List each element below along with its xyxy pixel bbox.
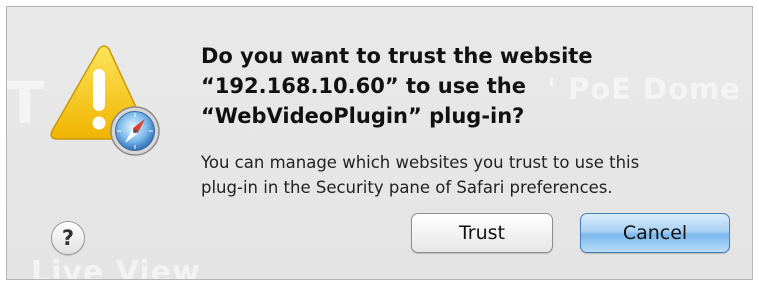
cancel-button[interactable]: Cancel xyxy=(580,213,730,253)
safari-compass-icon xyxy=(110,106,160,156)
dialog-title-line: “WebVideoPlugin” plug-in? xyxy=(201,104,525,128)
dialog-title: Do you want to trust the website “192.16… xyxy=(201,41,731,131)
dialog-description-line: plug-in in the Security pane of Safari p… xyxy=(201,178,613,197)
help-button[interactable]: ? xyxy=(51,221,85,255)
dialog-description-line: You can manage which websites you trust … xyxy=(201,153,640,172)
dialog-window: ' PoE Dome Da Live View T xyxy=(6,6,753,280)
dialog-title-line: “192.168.10.60” to use the xyxy=(201,74,526,98)
trust-button[interactable]: Trust xyxy=(411,213,553,253)
trust-button-label: Trust xyxy=(458,222,505,244)
background-ghost-text: Live View xyxy=(31,255,201,280)
help-icon: ? xyxy=(61,226,75,250)
warning-triangle-icon xyxy=(50,45,160,156)
dialog-description: You can manage which websites you trust … xyxy=(201,150,741,200)
dialog-title-line: Do you want to trust the website xyxy=(201,44,593,68)
cancel-button-label: Cancel xyxy=(622,222,688,244)
background-ghost-text: T xyxy=(6,69,46,137)
